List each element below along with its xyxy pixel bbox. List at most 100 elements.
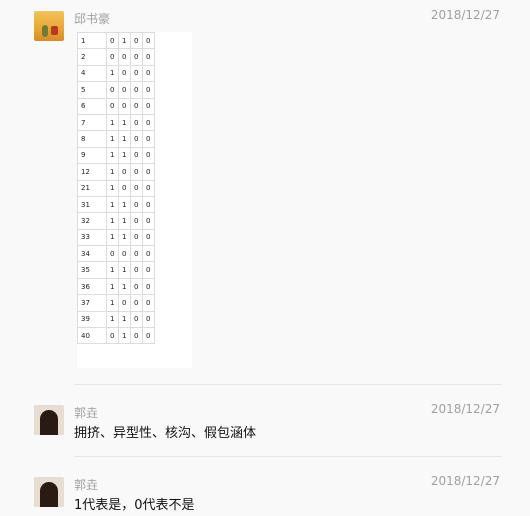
value-cell: 0 <box>106 48 119 66</box>
value-cell: 1 <box>106 310 119 329</box>
row-id-cell: 9 <box>77 146 107 165</box>
value-cell: 0 <box>130 277 143 296</box>
value-cell: 0 <box>142 245 155 263</box>
value-cell: 0 <box>106 245 119 263</box>
value-cell: 0 <box>130 146 143 165</box>
table-row: 40 0 1 0 0 <box>77 327 155 345</box>
value-cell: 1 <box>106 130 119 148</box>
value-cell: 0 <box>142 113 155 132</box>
avatar[interactable] <box>34 477 64 507</box>
value-cell: 0 <box>130 261 143 279</box>
table-row: 37 1 0 0 0 <box>77 294 155 312</box>
value-cell: 0 <box>118 294 131 312</box>
value-cell: 1 <box>106 163 119 181</box>
message-date: 2018/12/27 <box>430 8 500 22</box>
avatar[interactable] <box>34 405 64 435</box>
row-id-cell: 40 <box>77 327 107 345</box>
value-cell: 1 <box>118 113 131 132</box>
table-row: 71100 <box>77 113 155 132</box>
value-cell: 1 <box>118 130 131 148</box>
value-cell: 0 <box>130 212 143 230</box>
value-cell: 0 <box>130 195 143 214</box>
value-cell: 0 <box>130 48 143 66</box>
divider <box>74 384 502 385</box>
value-cell: 1 <box>106 294 119 312</box>
value-cell: 0 <box>142 228 155 247</box>
table-row: 32 1 1 0 0 <box>77 212 155 230</box>
value-cell: 1 <box>106 113 119 132</box>
value-cell: 0 <box>118 64 131 83</box>
value-cell: 1 <box>106 195 119 214</box>
value-cell: 0 <box>142 48 155 66</box>
value-cell: 0 <box>142 179 155 197</box>
row-id-cell: 4 <box>77 64 107 83</box>
value-cell: 0 <box>142 277 155 296</box>
row-id-cell: 32 <box>77 212 107 230</box>
value-cell: 0 <box>118 163 131 181</box>
value-cell: 1 <box>118 228 131 247</box>
table-row: 31 1 1 0 0 <box>77 195 155 214</box>
table-row: 36 1 1 0 0 <box>77 277 155 296</box>
value-cell: 0 <box>130 32 143 50</box>
table-row: 10100 <box>77 32 155 50</box>
sender-name: 郭垚 <box>74 478 99 492</box>
message-text: 拥挤、异型性、核沟、假包涵体 <box>74 426 257 441</box>
value-cell: 1 <box>106 277 119 296</box>
value-cell: 0 <box>142 212 155 230</box>
table-row: 33 1 1 0 0 <box>77 228 155 247</box>
value-cell: 1 <box>118 146 131 165</box>
value-cell: 0 <box>106 81 119 99</box>
row-id-cell: 8 <box>77 130 107 148</box>
row-id-cell: 5 <box>77 81 107 99</box>
value-cell: 0 <box>130 97 143 115</box>
value-cell: 1 <box>118 310 131 329</box>
value-cell: 0 <box>118 179 131 197</box>
table-row: 34 0 0 0 0 <box>77 245 155 263</box>
table-row: 81100 <box>77 130 155 148</box>
table-image[interactable]: 1010020000410005000060000711008110091100… <box>77 32 192 368</box>
row-id-cell: 7 <box>77 113 107 132</box>
value-cell: 0 <box>130 130 143 148</box>
row-id-cell: 39 <box>77 310 107 329</box>
value-cell: 1 <box>106 212 119 230</box>
value-cell: 0 <box>142 97 155 115</box>
value-cell: 0 <box>130 327 143 345</box>
value-cell: 0 <box>106 97 119 115</box>
value-cell: 0 <box>142 310 155 329</box>
table-row: 41000 <box>77 64 155 83</box>
table-row: 35 1 1 0 0 <box>77 261 155 279</box>
value-cell: 0 <box>130 113 143 132</box>
value-cell: 1 <box>118 261 131 279</box>
row-id-cell: 33 <box>77 228 107 247</box>
row-id-cell: 35 <box>77 261 107 279</box>
value-cell: 1 <box>118 327 131 345</box>
row-id-cell: 34 <box>77 245 107 263</box>
value-cell: 1 <box>106 228 119 247</box>
divider <box>74 456 502 457</box>
value-cell: 0 <box>130 310 143 329</box>
data-table: 1010020000410005000060000711008110091100… <box>77 32 155 345</box>
value-cell: 0 <box>142 64 155 83</box>
value-cell: 0 <box>106 327 119 345</box>
value-cell: 1 <box>106 64 119 83</box>
sender-name: 郭垚 <box>74 406 99 420</box>
value-cell: 1 <box>118 32 131 50</box>
message-date: 2018/12/27 <box>430 402 500 416</box>
value-cell: 0 <box>142 130 155 148</box>
value-cell: 1 <box>106 146 119 165</box>
avatar[interactable] <box>34 11 64 41</box>
value-cell: 0 <box>118 245 131 263</box>
row-id-cell: 1 <box>77 32 107 50</box>
value-cell: 0 <box>142 146 155 165</box>
value-cell: 0 <box>118 81 131 99</box>
value-cell: 0 <box>130 81 143 99</box>
row-id-cell: 6 <box>77 97 107 115</box>
value-cell: 0 <box>130 228 143 247</box>
value-cell: 0 <box>130 294 143 312</box>
table-row: 60000 <box>77 97 155 115</box>
value-cell: 0 <box>142 81 155 99</box>
value-cell: 0 <box>106 32 119 50</box>
sender-name: 邱书豪 <box>74 12 111 26</box>
row-id-cell: 12 <box>77 163 107 181</box>
row-id-cell: 21 <box>77 179 107 197</box>
